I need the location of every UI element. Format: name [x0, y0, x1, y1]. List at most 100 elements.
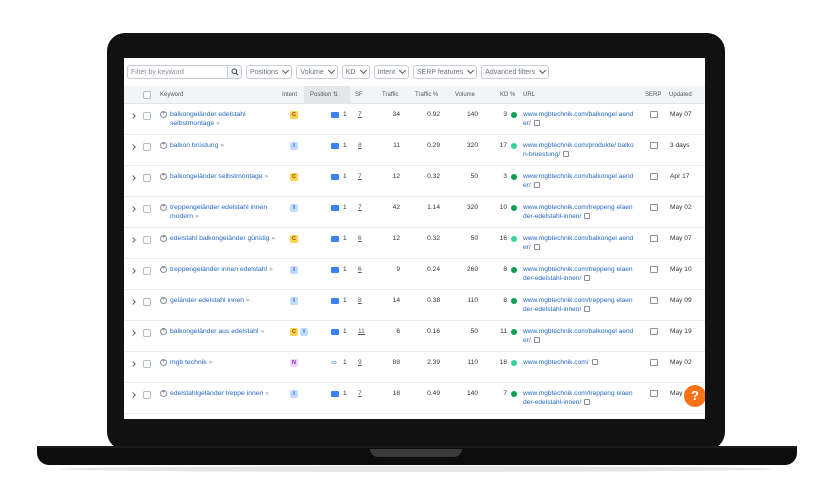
col-url[interactable]: URL	[523, 86, 535, 104]
row-checkbox[interactable]	[143, 236, 151, 244]
col-sf[interactable]: SF	[355, 86, 363, 104]
serp-snapshot-icon[interactable]	[650, 297, 658, 304]
url-link[interactable]: www.mgbtechnik.com/treppeng elaender-ede…	[523, 296, 635, 314]
url-link[interactable]: www.mgbtechnik.com/produkte/ balkon-brue…	[523, 141, 635, 159]
keyword-filter-input[interactable]: Filter by keyword	[127, 65, 228, 79]
add-keyword-icon[interactable]: +	[160, 390, 167, 397]
serp-features-filter[interactable]: SERP features	[413, 65, 478, 79]
external-link-icon[interactable]	[584, 399, 591, 405]
url-link[interactable]: www.mgbtechnik.com/balkongel aender/	[523, 234, 635, 252]
add-keyword-icon[interactable]: +	[160, 359, 167, 366]
row-checkbox[interactable]	[143, 391, 151, 399]
add-keyword-icon[interactable]: +	[160, 111, 167, 118]
url-link[interactable]: www.mgbtechnik.com/balkongel aender/	[523, 327, 635, 345]
table-row[interactable]: + mgb technik » N ∞ 1 9 88 2.39 110 18 www.mgbtech…	[124, 352, 705, 383]
table-row[interactable]: +edelstahl geländer balkon »I27180.49110…	[124, 414, 705, 419]
sf-value[interactable]: 6	[358, 235, 362, 242]
add-keyword-icon[interactable]: +	[160, 235, 167, 242]
keyword-link[interactable]: balkongeländer edelstahl selbstmontage »	[170, 110, 282, 128]
table-row[interactable]: + treppengeländer innen edelstahl » I 1 6 9 0.…	[124, 259, 705, 290]
url-link[interactable]: www.mgbtechnik.com/balkongel aender/	[523, 172, 635, 190]
external-link-icon[interactable]	[584, 306, 591, 312]
table-row[interactable]: + edelstahl balkongeländer günstig » C 1 6 12…	[124, 228, 705, 259]
external-link-icon[interactable]	[533, 244, 540, 250]
kd-filter[interactable]: KD	[341, 65, 370, 79]
keyword-link[interactable]: mgb technik »	[170, 358, 212, 367]
expand-row-icon[interactable]	[130, 206, 136, 212]
table-row[interactable]: + balkongeländer edelstahl selbstmontage …	[124, 104, 705, 135]
sf-value[interactable]: 7	[358, 111, 362, 118]
keyword-link[interactable]: edelstahlgeländer treppe innen »	[170, 389, 269, 398]
row-checkbox[interactable]	[143, 360, 151, 368]
col-keyword[interactable]: Keyword	[160, 86, 183, 104]
add-keyword-icon[interactable]: +	[160, 142, 167, 149]
serp-snapshot-icon[interactable]	[650, 142, 658, 149]
expand-row-icon[interactable]	[130, 330, 136, 336]
add-keyword-icon[interactable]: +	[160, 204, 167, 211]
serp-snapshot-icon[interactable]	[650, 328, 658, 335]
expand-row-icon[interactable]	[130, 113, 136, 119]
expand-row-icon[interactable]	[130, 237, 136, 243]
table-row[interactable]: + balkongeländer selbstmontage » C 1 7 12 0.32…	[124, 166, 705, 197]
url-link[interactable]: www.mgbtechnik.com/	[523, 358, 635, 367]
url-link[interactable]: www.mgbtechnik.com/treppeng elaender-ede…	[523, 265, 635, 283]
col-updated[interactable]: Updated	[669, 86, 692, 104]
table-row[interactable]: + geländer edelstahl innen » I 1 8 14 0.38 110 8…	[124, 290, 705, 321]
keyword-link[interactable]: treppengeländer innen edelstahl »	[170, 265, 273, 274]
serp-snapshot-icon[interactable]	[650, 111, 658, 118]
add-keyword-icon[interactable]: +	[160, 173, 167, 180]
col-intent[interactable]: Intent	[282, 86, 297, 104]
advanced-filters[interactable]: Advanced filters	[481, 65, 550, 79]
table-row[interactable]: + balkongeländer aus edelstahl » C I 1 11 6 0.1…	[124, 321, 705, 352]
external-link-icon[interactable]	[533, 337, 540, 343]
intent-filter[interactable]: Intent	[373, 65, 410, 79]
col-serp[interactable]: SERP	[645, 86, 661, 104]
row-checkbox[interactable]	[143, 143, 151, 151]
add-keyword-icon[interactable]: +	[160, 266, 167, 273]
row-checkbox[interactable]	[143, 174, 151, 182]
positions-filter[interactable]: Positions	[246, 65, 293, 79]
expand-row-icon[interactable]	[130, 268, 136, 274]
url-link[interactable]: www.mgbtechnik.com/treppeng elaender-ede…	[523, 389, 635, 407]
keyword-link[interactable]: balkongeländer selbstmontage »	[170, 172, 268, 181]
keyword-link[interactable]: balkon brüstung »	[170, 141, 224, 150]
serp-snapshot-icon[interactable]	[650, 204, 658, 211]
sf-value[interactable]: 8	[358, 142, 362, 149]
col-traffic[interactable]: Traffic	[382, 86, 398, 104]
help-button[interactable]: ?	[684, 385, 705, 407]
keyword-link[interactable]: balkongeländer aus edelstahl »	[170, 327, 264, 336]
external-link-icon[interactable]	[584, 213, 591, 219]
expand-row-icon[interactable]	[130, 175, 136, 181]
sf-value[interactable]: 6	[358, 266, 362, 273]
keyword-link[interactable]: treppengeländer edelstahl innen modern »	[170, 203, 282, 221]
row-checkbox[interactable]	[143, 205, 151, 213]
external-link-icon[interactable]	[563, 151, 570, 157]
serp-snapshot-icon[interactable]	[650, 173, 658, 180]
expand-row-icon[interactable]	[130, 361, 136, 367]
volume-filter[interactable]: Volume	[296, 65, 338, 79]
sf-value[interactable]: 7	[358, 173, 362, 180]
external-link-icon[interactable]	[584, 275, 591, 281]
col-kd[interactable]: KD %	[500, 86, 515, 104]
select-all-checkbox[interactable]	[143, 91, 151, 99]
sf-value[interactable]: 8	[358, 297, 362, 304]
external-link-icon[interactable]	[591, 359, 598, 365]
serp-snapshot-icon[interactable]	[650, 266, 658, 273]
url-link[interactable]: www.mgbtechnik.com/balkongel aender/	[523, 110, 635, 128]
sf-value[interactable]: 9	[358, 359, 362, 366]
table-row[interactable]: + balkon brüstung » I 1 8 11 0.29 320 17 www.mgbt…	[124, 135, 705, 166]
sf-value[interactable]: 11	[358, 328, 365, 335]
keyword-link[interactable]: geländer edelstahl innen »	[170, 296, 250, 305]
col-traffic-pct[interactable]: Traffic %	[415, 86, 438, 104]
table-row[interactable]: + treppengeländer edelstahl innen modern …	[124, 197, 705, 228]
url-link[interactable]: www.mgbtechnik.com/treppeng elaender-ede…	[523, 203, 635, 221]
sf-value[interactable]: 7	[358, 204, 362, 211]
expand-row-icon[interactable]	[130, 299, 136, 305]
row-checkbox[interactable]	[143, 267, 151, 275]
external-link-icon[interactable]	[533, 182, 540, 188]
serp-snapshot-icon[interactable]	[650, 235, 658, 242]
serp-snapshot-icon[interactable]	[650, 390, 658, 397]
search-button[interactable]	[228, 65, 242, 79]
row-checkbox[interactable]	[143, 329, 151, 337]
row-checkbox[interactable]	[143, 112, 151, 120]
